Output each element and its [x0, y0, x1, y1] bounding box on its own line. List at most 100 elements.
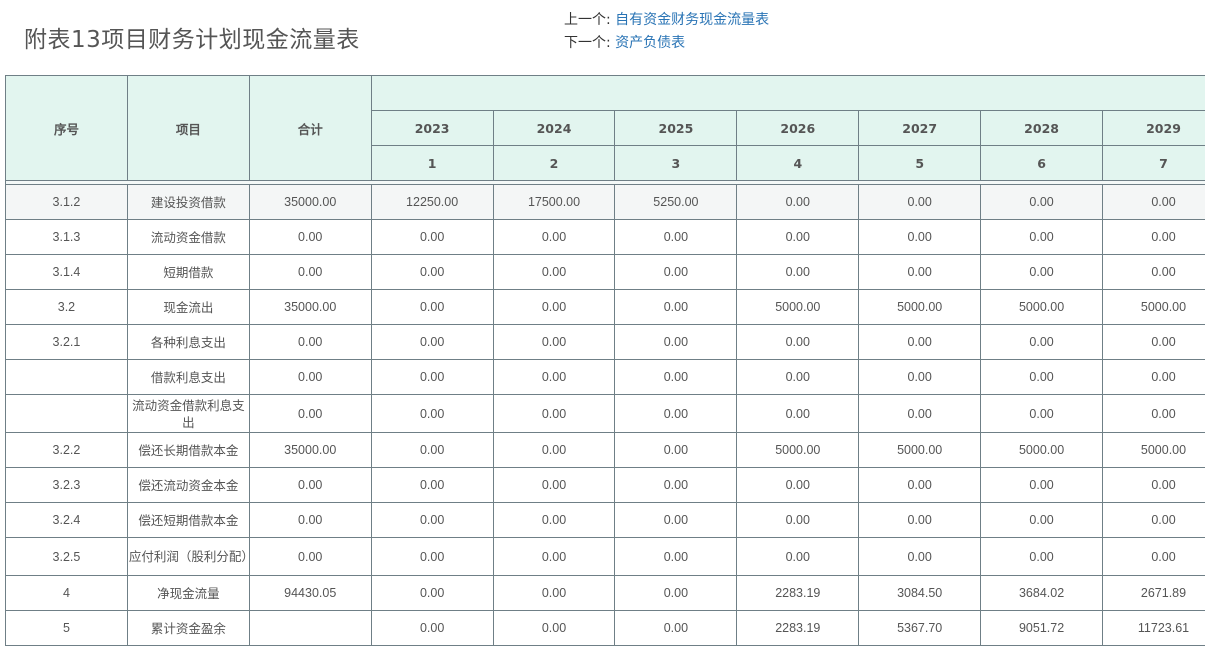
row-seq — [5, 359, 128, 395]
row-year-value: 0.00 — [370, 432, 494, 468]
header-period-index: 2 — [492, 145, 616, 181]
row-year-value: 5000.00 — [980, 432, 1104, 468]
row-seq: 3.1.4 — [5, 254, 128, 290]
row-seq: 3.2.1 — [5, 324, 128, 360]
header-year: 2026 — [736, 110, 860, 146]
header-period-index: 6 — [980, 145, 1104, 181]
row-item-name: 累计资金盈余 — [126, 610, 250, 646]
row-year-value: 2283.19 — [736, 575, 860, 611]
header-year: 2025 — [614, 110, 738, 146]
row-year-value: 0.00 — [614, 575, 738, 611]
row-year-value: 0.00 — [614, 610, 738, 646]
row-year-value: 0.00 — [614, 394, 738, 433]
row-year-value: 0.00 — [370, 219, 494, 255]
row-year-value: 0.00 — [980, 502, 1104, 538]
row-year-value: 0.00 — [736, 184, 860, 220]
row-item-name: 应付利润（股利分配） — [126, 537, 250, 576]
row-item-name: 偿还长期借款本金 — [126, 432, 250, 468]
row-year-value: 0.00 — [736, 254, 860, 290]
table-row: 5 累计资金盈余 0.00 0.00 0.00 2283.19 5367.70 9051.72… — [5, 610, 1205, 646]
row-seq: 4 — [5, 575, 128, 611]
header-year: 2024 — [492, 110, 616, 146]
row-year-value: 0.00 — [492, 289, 616, 325]
header-item: 项目 — [126, 75, 250, 181]
row-year-value: 0.00 — [370, 610, 494, 646]
header-period-index: 1 — [370, 145, 494, 181]
row-item-name: 现金流出 — [126, 289, 250, 325]
row-year-value: 0.00 — [1102, 537, 1205, 576]
header-period-index: 3 — [614, 145, 738, 181]
row-year-value: 0.00 — [370, 575, 494, 611]
table-row: 3.2.5 应付利润（股利分配） 0.00 0.00 0.00 0.00 0.00 0.00 0… — [5, 537, 1205, 576]
header-year: 2023 — [370, 110, 494, 146]
row-year-value: 0.00 — [980, 394, 1104, 433]
row-year-value: 0.00 — [492, 432, 616, 468]
row-item-name: 流动资金借款 — [126, 219, 250, 255]
row-year-value: 0.00 — [370, 289, 494, 325]
header-seq: 序号 — [5, 75, 128, 181]
row-total: 94430.05 — [248, 575, 372, 611]
prev-link[interactable]: 自有资金财务现金流量表 — [615, 12, 769, 28]
row-total: 0.00 — [248, 359, 372, 395]
row-year-value: 0.00 — [492, 610, 616, 646]
row-year-value: 0.00 — [858, 394, 982, 433]
row-year-value: 5367.70 — [858, 610, 982, 646]
header-year: 2029 — [1102, 110, 1205, 146]
table-row: 3.2.3 偿还流动资金本金 0.00 0.00 0.00 0.00 0.00 0.00 0.0… — [5, 467, 1205, 503]
next-link[interactable]: 资产负债表 — [615, 35, 685, 51]
row-year-value: 0.00 — [1102, 219, 1205, 255]
row-year-value: 0.00 — [370, 394, 494, 433]
row-year-value: 0.00 — [492, 394, 616, 433]
row-year-value: 0.00 — [492, 219, 616, 255]
row-year-value: 0.00 — [614, 432, 738, 468]
row-year-value: 0.00 — [736, 359, 860, 395]
row-year-value: 0.00 — [1102, 394, 1205, 433]
row-year-value: 0.00 — [980, 184, 1104, 220]
row-year-value: 9051.72 — [980, 610, 1104, 646]
row-seq: 3.2.3 — [5, 467, 128, 503]
header-year: 2028 — [980, 110, 1104, 146]
row-year-value: 5000.00 — [736, 289, 860, 325]
row-year-value: 0.00 — [1102, 254, 1205, 290]
row-seq: 5 — [5, 610, 128, 646]
row-year-value: 2671.89 — [1102, 575, 1205, 611]
cash-flow-table-container[interactable]: 序号 项目 合计 2023 2024 2025 2026 2027 2028 2029 12… — [5, 75, 1205, 646]
row-year-value: 0.00 — [736, 502, 860, 538]
row-total — [248, 610, 372, 646]
table-row: 3.2.4 偿还短期借款本金 0.00 0.00 0.00 0.00 0.00 0.00 0.0… — [5, 502, 1205, 538]
row-seq: 3.1.3 — [5, 219, 128, 255]
next-nav-row: 下一个: 资产负债表 — [564, 32, 769, 55]
row-year-value: 0.00 — [492, 537, 616, 576]
row-year-value: 5000.00 — [858, 289, 982, 325]
row-total: 35000.00 — [248, 432, 372, 468]
row-year-value: 0.00 — [858, 324, 982, 360]
row-total: 35000.00 — [248, 289, 372, 325]
row-item-name: 各种利息支出 — [126, 324, 250, 360]
row-year-value: 0.00 — [492, 254, 616, 290]
row-seq: 3.2.2 — [5, 432, 128, 468]
row-year-value: 0.00 — [370, 467, 494, 503]
table-row: 借款利息支出 0.00 0.00 0.00 0.00 0.00 0.00 0.00 0.00 — [5, 359, 1205, 395]
row-year-value: 0.00 — [980, 254, 1104, 290]
row-total: 0.00 — [248, 324, 372, 360]
row-year-value: 0.00 — [858, 254, 982, 290]
row-year-value: 0.00 — [614, 537, 738, 576]
table-row: 3.2.2 偿还长期借款本金 35000.00 0.00 0.00 0.00 5000.00… — [5, 432, 1205, 468]
row-year-value: 0.00 — [1102, 467, 1205, 503]
prev-label: 上一个: — [564, 12, 611, 28]
row-year-value: 0.00 — [858, 467, 982, 503]
row-year-value: 0.00 — [980, 359, 1104, 395]
row-year-value: 0.00 — [1102, 184, 1205, 220]
cash-flow-table: 序号 项目 合计 2023 2024 2025 2026 2027 2028 2029 12… — [5, 75, 1205, 646]
table-row: 4 净现金流量 94430.05 0.00 0.00 0.00 2283.19 3084.50… — [5, 575, 1205, 611]
row-year-value: 0.00 — [1102, 502, 1205, 538]
row-year-value: 0.00 — [980, 537, 1104, 576]
row-year-value: 0.00 — [1102, 359, 1205, 395]
row-year-value: 0.00 — [492, 324, 616, 360]
header-year: 2027 — [858, 110, 982, 146]
table-row: 3.1.2 建设投资借款 35000.00 12250.00 17500.00 5250.… — [5, 184, 1205, 220]
row-year-value: 5000.00 — [736, 432, 860, 468]
row-year-value: 5000.00 — [1102, 432, 1205, 468]
table-row: 3.2.1 各种利息支出 0.00 0.00 0.00 0.00 0.00 0.00 0.00 0… — [5, 324, 1205, 360]
row-total: 35000.00 — [248, 184, 372, 220]
